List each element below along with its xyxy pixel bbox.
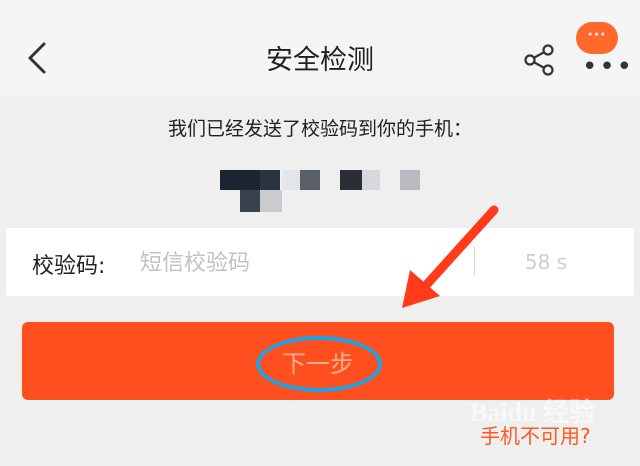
share-button[interactable] <box>520 38 560 82</box>
next-step-button[interactable]: 下一步 <box>22 322 614 400</box>
field-divider <box>474 246 475 276</box>
more-icon: ••• <box>582 52 635 82</box>
share-icon <box>524 44 554 76</box>
sent-notice: 我们已经发送了校验码到你的手机： <box>167 118 472 140</box>
resend-countdown: 58 s <box>524 250 568 274</box>
navigation-bar: 安全检测 ··· ••• <box>0 0 640 96</box>
masked-phone-number <box>220 168 430 214</box>
message-bubble-icon: ··· <box>576 22 618 54</box>
verification-code-input[interactable] <box>138 244 462 282</box>
verification-code-label: 校验码: <box>32 254 106 279</box>
more-button[interactable]: ··· ••• <box>576 22 632 82</box>
phone-unavailable-link[interactable]: 手机不可用? <box>480 420 591 449</box>
next-step-label: 下一步 <box>282 350 354 378</box>
verification-code-row: 校验码: 58 s <box>6 228 634 296</box>
